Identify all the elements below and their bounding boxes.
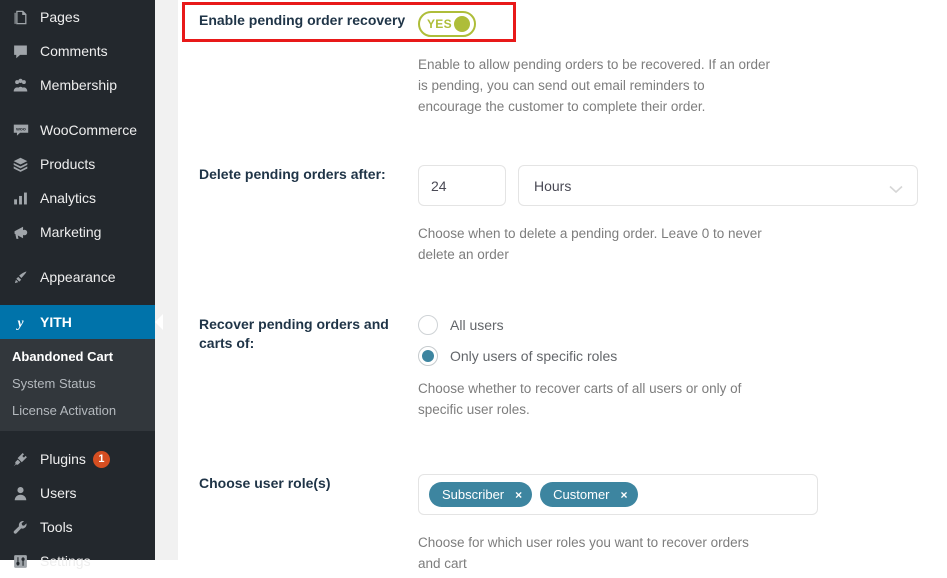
setting-row-enable-recovery: Enable pending order recovery YES Enable…	[178, 11, 770, 117]
enable-recovery-label: Enable pending order recovery	[199, 12, 406, 28]
enable-recovery-field: YES Enable to allow pending orders to be…	[418, 11, 770, 117]
radio-label: Only users of specific roles	[450, 348, 618, 364]
sidebar-item-tools[interactable]: Tools	[0, 510, 155, 544]
sidebar-item-appearance[interactable]: Appearance	[0, 260, 155, 294]
delete-after-input[interactable]	[418, 165, 506, 206]
plugins-update-badge: 1	[92, 450, 110, 468]
sidebar-item-products[interactable]: Products	[0, 147, 155, 181]
sidebar-item-label: Analytics	[40, 190, 97, 206]
user-role-tag[interactable]: Subscriber ×	[429, 482, 533, 507]
radio-option-all-users[interactable]: All users	[418, 315, 770, 335]
admin-screen: Pages Comments Membership woo WooCommerc…	[0, 0, 947, 578]
user-role-tag[interactable]: Customer ×	[540, 482, 638, 507]
users-icon	[9, 483, 32, 503]
user-role-tag-label: Subscriber	[442, 487, 505, 502]
radio-option-specific-roles[interactable]: Only users of specific roles	[418, 346, 770, 366]
sidebar-item-comments[interactable]: Comments	[0, 34, 155, 68]
chevron-down-icon	[889, 181, 903, 194]
user-role-tag-label: Customer	[553, 487, 610, 502]
user-roles-tag-input[interactable]: Subscriber × Customer ×	[418, 474, 818, 515]
products-icon	[9, 154, 32, 174]
sidebar-item-label: Tools	[40, 519, 73, 535]
delete-after-unit-value: Hours	[534, 177, 572, 194]
recover-for-field: All users Only users of specific roles C…	[418, 315, 770, 420]
sidebar-item-marketing[interactable]: Marketing	[0, 215, 155, 249]
sidebar-item-label: Pages	[40, 9, 80, 25]
sidebar-submenu-yith: Abandoned Cart System Status License Act…	[0, 339, 155, 431]
delete-after-controls: Hours	[418, 165, 918, 206]
toggle-knob	[454, 16, 470, 32]
analytics-icon	[9, 188, 32, 208]
radio-specific-roles[interactable]	[418, 346, 438, 366]
delete-after-unit-select[interactable]: Hours	[518, 165, 918, 206]
user-roles-field: Subscriber × Customer × Choose for which…	[418, 474, 818, 574]
setting-row-delete-after: Delete pending orders after: Hours Choos…	[178, 165, 918, 265]
tools-icon	[9, 517, 32, 537]
user-roles-label: Choose user role(s)	[199, 475, 331, 491]
submenu-item-system-status[interactable]: System Status	[0, 370, 155, 397]
admin-sidebar: Pages Comments Membership woo WooCommerc…	[0, 0, 163, 568]
radio-all-users[interactable]	[418, 315, 438, 335]
appearance-icon	[9, 267, 32, 287]
sidebar-item-plugins[interactable]: Plugins 1	[0, 442, 155, 476]
sidebar-item-analytics[interactable]: Analytics	[0, 181, 155, 215]
recover-for-label: Recover pending orders and carts of:	[199, 316, 389, 351]
toggle-state-label: YES	[427, 17, 452, 31]
sidebar-item-label: YITH	[40, 314, 72, 330]
setting-row-user-roles: Choose user role(s) Subscriber × Custome…	[178, 474, 818, 574]
recover-for-description: Choose whether to recover carts of all u…	[418, 381, 742, 417]
svg-text:woo: woo	[15, 128, 26, 133]
radio-label: All users	[450, 317, 504, 333]
comments-icon	[9, 41, 32, 61]
pages-icon	[9, 7, 32, 27]
sidebar-item-label: Comments	[40, 43, 108, 59]
sidebar-item-settings[interactable]: Settings	[0, 544, 155, 578]
woocommerce-icon: woo	[9, 120, 32, 140]
sidebar-item-label: Settings	[40, 553, 91, 569]
delete-after-description: Choose when to delete a pending order. L…	[418, 226, 762, 262]
settings-icon	[9, 551, 32, 571]
sidebar-item-pages[interactable]: Pages	[0, 0, 155, 34]
yith-icon: y	[9, 312, 32, 332]
enable-recovery-description: Enable to allow pending orders to be rec…	[418, 57, 770, 114]
sidebar-item-label: Marketing	[40, 224, 102, 240]
sidebar-item-membership[interactable]: Membership	[0, 68, 155, 102]
svg-text:y: y	[15, 315, 24, 330]
sidebar-item-yith[interactable]: y YITH	[0, 305, 163, 339]
remove-tag-icon[interactable]: ×	[515, 489, 522, 501]
settings-panel: Enable pending order recovery YES Enable…	[178, 0, 947, 578]
plugins-icon	[9, 449, 32, 469]
delete-after-label: Delete pending orders after:	[199, 166, 386, 182]
membership-icon	[9, 75, 32, 95]
setting-row-recover-for: Recover pending orders and carts of: All…	[178, 315, 770, 420]
sidebar-item-label: Users	[40, 485, 77, 501]
sidebar-item-woocommerce[interactable]: woo WooCommerce	[0, 113, 155, 147]
marketing-icon	[9, 222, 32, 242]
sidebar-item-label: Appearance	[40, 269, 116, 285]
sidebar-item-label: WooCommerce	[40, 122, 137, 138]
submenu-item-license-activation[interactable]: License Activation	[0, 397, 155, 424]
sidebar-item-users[interactable]: Users	[0, 476, 155, 510]
user-roles-description: Choose for which user roles you want to …	[418, 535, 749, 571]
remove-tag-icon[interactable]: ×	[621, 489, 628, 501]
enable-recovery-toggle[interactable]: YES	[418, 11, 476, 37]
delete-after-field: Hours Choose when to delete a pending or…	[418, 165, 918, 265]
sidebar-item-label: Plugins	[40, 451, 86, 467]
submenu-item-abandoned-cart[interactable]: Abandoned Cart	[0, 343, 155, 370]
sidebar-item-label: Products	[40, 156, 96, 172]
sidebar-item-label: Membership	[40, 77, 118, 93]
